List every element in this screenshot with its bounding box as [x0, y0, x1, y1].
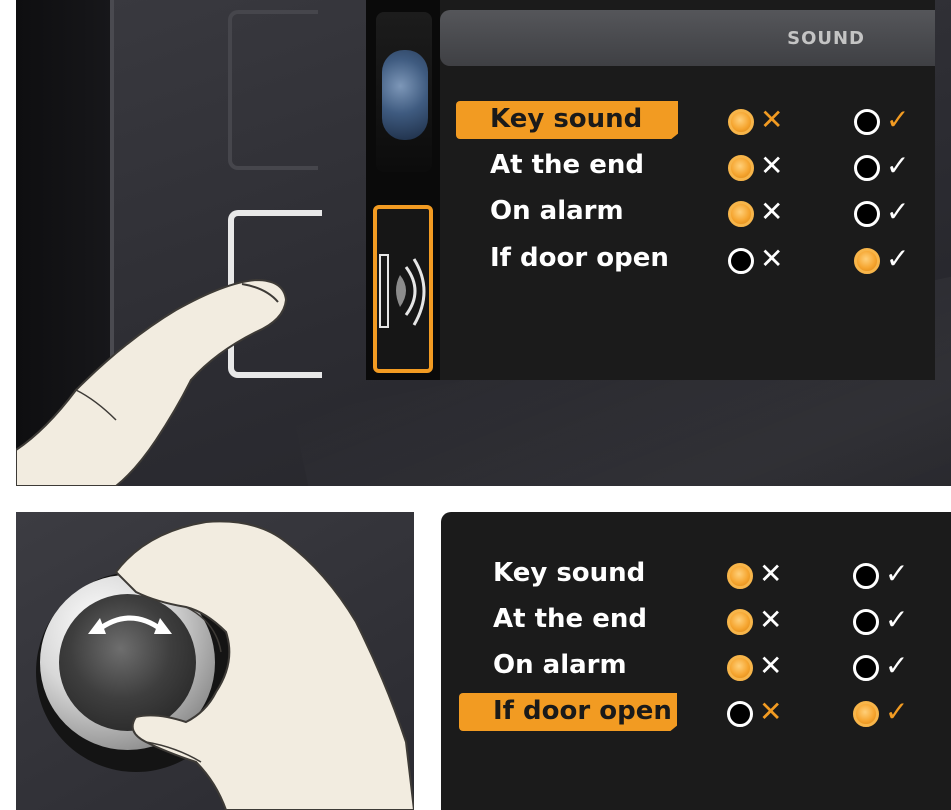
- inactive-button-bracket: [228, 10, 318, 170]
- cross-icon: ✕: [760, 195, 784, 228]
- radio-button[interactable]: [728, 248, 754, 274]
- radio-button-selected[interactable]: [728, 201, 754, 227]
- cross-icon: ✕: [759, 649, 783, 682]
- setting-label: At the end: [493, 604, 647, 634]
- device-panel-bottom: [16, 512, 414, 810]
- setting-label: On alarm: [493, 650, 627, 680]
- option-off[interactable]: ✕: [727, 649, 797, 682]
- check-icon: ✓: [885, 649, 909, 682]
- option-off[interactable]: ✕: [727, 557, 797, 590]
- setting-label: Key sound: [456, 101, 678, 139]
- option-off[interactable]: ✕: [728, 195, 798, 228]
- option-off[interactable]: ✕: [727, 695, 797, 728]
- radio-button-selected[interactable]: [853, 701, 879, 727]
- option-on[interactable]: ✓: [853, 557, 923, 590]
- option-on[interactable]: ✓: [853, 695, 923, 728]
- option-on[interactable]: ✓: [854, 149, 924, 182]
- cross-icon: ✕: [759, 603, 783, 636]
- sound-icon: [379, 254, 426, 328]
- option-on[interactable]: ✓: [853, 603, 923, 636]
- radio-button-selected[interactable]: [727, 655, 753, 681]
- option-on[interactable]: ✓: [854, 242, 924, 275]
- setting-label: At the end: [490, 150, 644, 180]
- setting-label: Key sound: [493, 558, 646, 588]
- setting-label: On alarm: [490, 196, 624, 226]
- check-icon: ✓: [886, 149, 910, 182]
- radio-button-selected[interactable]: [727, 563, 753, 589]
- cross-icon: ✕: [760, 149, 784, 182]
- radio-button[interactable]: [853, 563, 879, 589]
- option-off[interactable]: ✕: [727, 603, 797, 636]
- option-on[interactable]: ✓: [854, 195, 924, 228]
- cross-icon: ✕: [760, 242, 784, 275]
- cross-icon: ✕: [759, 695, 783, 728]
- check-icon: ✓: [886, 242, 910, 275]
- option-on[interactable]: ✓: [853, 649, 923, 682]
- radio-button[interactable]: [854, 155, 880, 181]
- radio-button[interactable]: [727, 701, 753, 727]
- radio-button-selected[interactable]: [854, 248, 880, 274]
- radio-button-selected[interactable]: [728, 155, 754, 181]
- check-icon: ✓: [886, 195, 910, 228]
- option-on[interactable]: ✓: [854, 103, 924, 136]
- screen-title: SOUND: [787, 28, 865, 49]
- setting-label: If door open: [459, 693, 677, 731]
- globe-icon: [382, 50, 428, 140]
- radio-button[interactable]: [853, 609, 879, 635]
- radio-button[interactable]: [854, 109, 880, 135]
- check-icon: ✓: [886, 103, 910, 136]
- setting-label: If door open: [490, 243, 669, 273]
- radio-button[interactable]: [853, 655, 879, 681]
- radio-button-selected[interactable]: [728, 109, 754, 135]
- hand-on-knob-illustration: [114, 520, 414, 810]
- radio-button-selected[interactable]: [727, 609, 753, 635]
- cross-icon: ✕: [760, 103, 784, 136]
- check-icon: ✓: [885, 695, 909, 728]
- radio-button[interactable]: [854, 201, 880, 227]
- check-icon: ✓: [885, 603, 909, 636]
- option-off[interactable]: ✕: [728, 242, 798, 275]
- option-off[interactable]: ✕: [728, 103, 798, 136]
- option-off[interactable]: ✕: [728, 149, 798, 182]
- pointing-hand-illustration: [16, 278, 288, 486]
- cross-icon: ✕: [759, 557, 783, 590]
- screen-header: SOUND: [440, 10, 935, 66]
- check-icon: ✓: [885, 557, 909, 590]
